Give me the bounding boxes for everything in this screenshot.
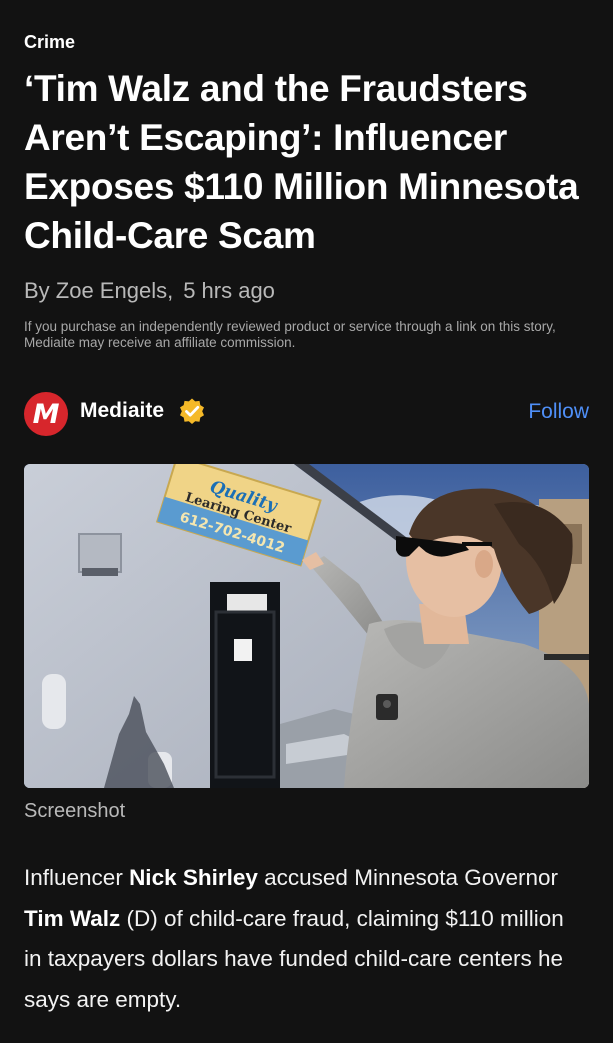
- publish-time: 5 hrs ago: [183, 278, 275, 303]
- publisher-logo-letter: M: [32, 398, 60, 430]
- byline: By Zoe Engels, 5 hrs ago: [24, 278, 275, 304]
- article-body-paragraph: Influencer Nick Shirley accused Minnesot…: [24, 858, 584, 1020]
- author-name[interactable]: By Zoe Engels,: [24, 278, 173, 303]
- publisher-name[interactable]: Mediaite: [80, 399, 164, 423]
- article-photo[interactable]: Quality Learing Center 612-702-4012: [24, 464, 589, 788]
- person-name-tim-walz: Tim Walz: [24, 905, 121, 931]
- body-text-1: Influencer: [24, 865, 130, 890]
- photo-illustration: Quality Learing Center 612-702-4012: [24, 464, 589, 788]
- follow-button[interactable]: Follow: [528, 400, 589, 424]
- article-category[interactable]: Crime: [24, 32, 75, 53]
- publisher-row: M Mediaite Follow: [24, 390, 589, 436]
- article-headline: ‘Tim Walz and the Fraudsters Aren’t Esca…: [24, 68, 579, 256]
- person-name-nick-shirley: Nick Shirley: [129, 865, 258, 890]
- photo-caption: Screenshot: [24, 800, 126, 822]
- verified-badge-icon: [180, 398, 204, 424]
- affiliate-disclosure: If you purchase an independently reviewe…: [24, 319, 556, 350]
- body-text-2: accused Minnesota Governor: [257, 865, 559, 890]
- publisher-logo[interactable]: M: [24, 392, 68, 436]
